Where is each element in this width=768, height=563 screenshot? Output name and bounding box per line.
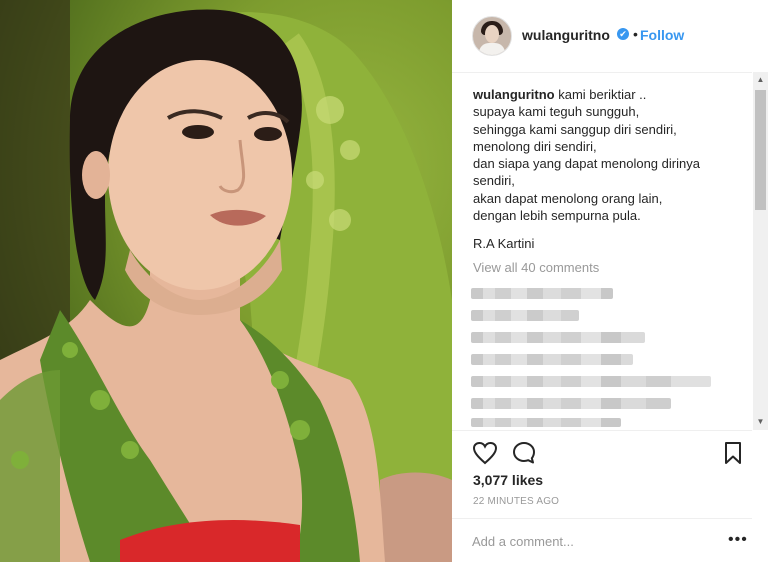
caption-line: akan dapat menolong orang lain,	[473, 190, 663, 206]
follow-button[interactable]: Follow	[640, 27, 684, 43]
scroll-thumb[interactable]	[755, 90, 766, 210]
view-all-comments-link[interactable]: View all 40 comments	[473, 260, 599, 275]
post-username[interactable]: wulanguritno	[522, 27, 610, 43]
blurred-comment	[471, 288, 613, 299]
post-caption: wulanguritno kami beriktiar .. supaya ka…	[473, 86, 745, 224]
header-separator: •	[633, 26, 638, 42]
scroll-up-arrow-icon[interactable]: ▲	[753, 72, 768, 88]
avatar-face	[485, 25, 499, 43]
scroll-down-arrow-icon[interactable]: ▼	[753, 414, 768, 430]
caption-line: dengan lebih sempurna pula.	[473, 208, 641, 224]
avatar[interactable]	[472, 16, 512, 56]
caption-line: menolong diri sendiri,	[473, 138, 597, 154]
blurred-comment	[471, 332, 645, 343]
post-side-panel: wulanguritno ✔ • Follow ▲ ▼ wulanguritno…	[452, 0, 768, 562]
more-options-icon[interactable]: •••	[728, 531, 748, 549]
caption-line: sendiri,	[473, 173, 515, 189]
add-comment-input[interactable]	[472, 531, 702, 551]
post-timestamp[interactable]: 22 MINUTES AGO	[473, 496, 559, 507]
caption-line: supaya kami teguh sungguh,	[473, 104, 640, 120]
blurred-comment	[471, 398, 671, 409]
caption-signature: R.A Kartini	[473, 236, 535, 251]
comments-scrollbar[interactable]: ▲ ▼	[753, 72, 768, 430]
caption-first-line: wulanguritno kami beriktiar ..	[473, 86, 745, 103]
blurred-comment	[471, 418, 621, 427]
caption-line: dan siapa yang dapat menolong dirinya	[473, 156, 700, 172]
blurred-comment	[471, 354, 633, 365]
verified-badge-icon: ✔	[617, 28, 629, 40]
likes-count[interactable]: 3,077 likes	[473, 472, 543, 488]
comment-bar: •••	[452, 518, 752, 563]
caption-username[interactable]: wulanguritno	[473, 87, 555, 102]
heart-icon[interactable]	[472, 441, 498, 470]
avatar-body	[479, 43, 505, 55]
blurred-comment	[471, 310, 579, 321]
bookmark-icon[interactable]	[724, 441, 742, 470]
post-header: wulanguritno ✔ • Follow	[452, 0, 752, 73]
post-photo	[0, 0, 452, 562]
photo-illustration	[0, 0, 452, 562]
speech-bubble-icon[interactable]	[512, 441, 536, 470]
caption-line: sehingga kami sanggup diri sendiri,	[473, 121, 677, 137]
caption-text-0: kami beriktiar ..	[558, 87, 647, 102]
blurred-comment	[471, 376, 711, 387]
